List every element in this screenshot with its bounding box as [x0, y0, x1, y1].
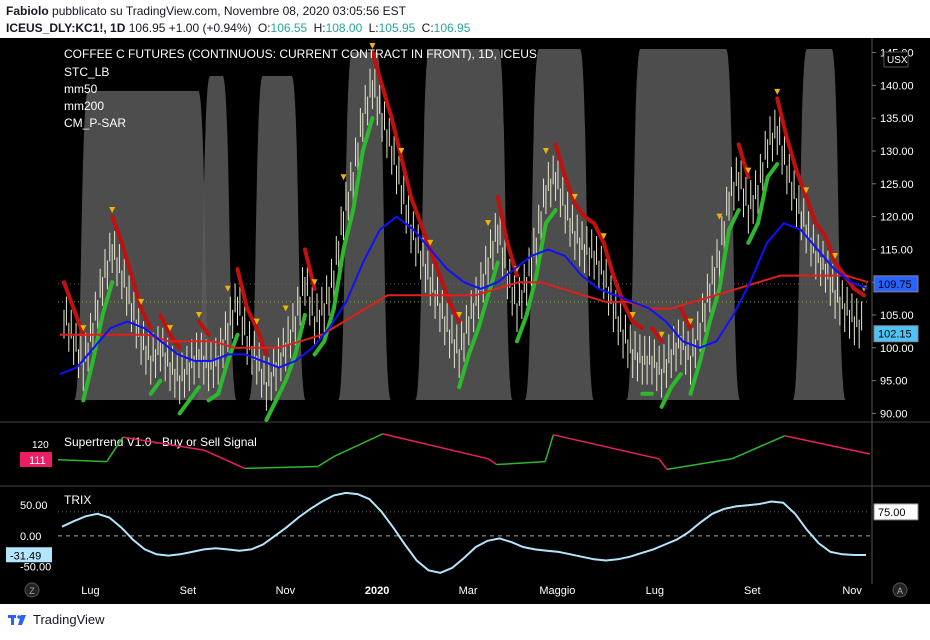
trix-title: TRIX — [64, 493, 91, 507]
symbol-name: ICEUS_DLY:KC1!, 1D — [6, 21, 126, 35]
price-tick-label: 140.00 — [880, 80, 914, 92]
symbol-line: ICEUS_DLY:KC1!, 1D 106.95 +1.00 (+0.94%)… — [6, 21, 470, 35]
trix-tick-label: 50.00 — [20, 500, 48, 512]
open-label: O: — [257, 21, 271, 35]
last-price: 106.95 — [128, 21, 166, 35]
open-value: 106.55 — [270, 21, 308, 35]
trix-value: -31.49 — [10, 550, 41, 562]
indicator-legend-item: STC_LB — [64, 65, 109, 79]
time-tick-label: Lug — [81, 585, 99, 597]
trix-tick-label: -50.00 — [20, 562, 51, 574]
indicator-legend-item: mm50 — [64, 82, 98, 96]
price-tick-label: 120.00 — [880, 212, 914, 224]
time-tick-label: 2020 — [365, 585, 389, 597]
price-tick-label: 95.00 — [880, 376, 908, 388]
time-tick-label: Set — [744, 585, 761, 597]
price-tick-label: 100.00 — [880, 343, 914, 355]
author-name: Fabiolo — [6, 4, 49, 18]
price-label: 109.75 — [878, 279, 912, 291]
time-tick-label: Nov — [276, 585, 296, 597]
chart-canvas[interactable]: COFFEE C FUTURES (CONTINUOUS: CURRENT CO… — [0, 38, 930, 604]
low-value: 105.95 — [378, 21, 416, 35]
close-label: C: — [421, 21, 434, 35]
publish-info: Fabiolo pubblicato su TradingView.com, N… — [6, 4, 406, 18]
indicator-legend-item: mm200 — [64, 99, 104, 113]
price-tick-label: 135.00 — [880, 113, 914, 125]
zoom-icon: Z — [29, 586, 35, 596]
time-tick-label: Nov — [842, 585, 862, 597]
currency-label: USX — [887, 55, 908, 66]
time-tick-label: Set — [180, 585, 197, 597]
brand-footer[interactable]: TradingView — [8, 612, 105, 627]
time-tick-label: Lug — [646, 585, 664, 597]
price-change: +1.00 (+0.94%) — [168, 21, 252, 35]
trix-tick-label: 0.00 — [20, 531, 41, 543]
auto-scale-icon: A — [897, 586, 903, 596]
supertrend-title: Supertrend V1.0 - Buy or Sell Signal — [64, 435, 257, 449]
tradingview-logo-icon — [8, 614, 26, 625]
time-tick-label: Maggio — [539, 585, 575, 597]
price-tick-label: 90.00 — [880, 408, 908, 420]
brand-name: TradingView — [33, 612, 105, 627]
high-label: H: — [313, 21, 326, 35]
publish-text: pubblicato su TradingView.com, Novembre … — [52, 4, 407, 18]
supertrend-value: 111 — [29, 455, 46, 467]
high-value: 108.00 — [325, 21, 363, 35]
price-tick-label: 115.00 — [880, 244, 913, 256]
time-tick-label: Mar — [459, 585, 478, 597]
price-tick-label: 130.00 — [880, 146, 914, 158]
price-label: 75.00 — [878, 507, 906, 519]
supertrend-tick-label: 120 — [32, 440, 49, 451]
stc-area — [524, 49, 594, 400]
low-label: L: — [368, 21, 379, 35]
indicator-legend-item: CM_P-SAR — [64, 116, 126, 130]
chart-title: COFFEE C FUTURES (CONTINUOUS: CURRENT CO… — [64, 47, 537, 61]
close-value: 106.95 — [433, 21, 471, 35]
price-label: 102.15 — [878, 329, 912, 341]
price-tick-label: 125.00 — [880, 179, 914, 191]
price-tick-label: 105.00 — [880, 310, 914, 322]
